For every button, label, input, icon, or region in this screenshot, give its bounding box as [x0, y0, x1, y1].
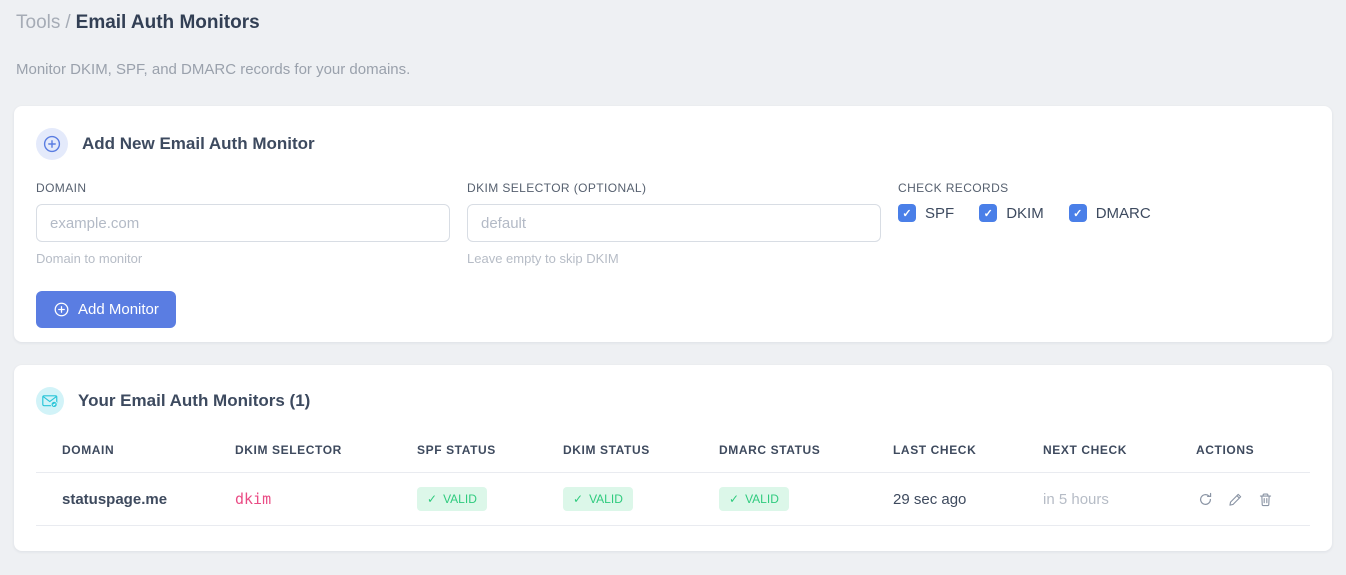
check-icon: ✓ [729, 492, 740, 506]
monitors-card-header: Your Email Auth Monitors (1) [36, 387, 1310, 415]
monitor-last-check: 29 sec ago [893, 472, 1043, 526]
column-header-domain: DOMAIN [36, 426, 235, 473]
column-header-last-check: LAST CHECK [893, 426, 1043, 473]
page-title: Email Auth Monitors [75, 12, 260, 33]
dkim-checkbox[interactable]: ✓ [979, 204, 998, 222]
monitors-table: DOMAIN DKIM SELECTOR SPF STATUS DKIM STA… [36, 426, 1310, 526]
dmarc-status-badge: ✓ VALID [719, 487, 789, 511]
breadcrumb: Tools / Email Auth Monitors [16, 12, 1330, 34]
spf-checkbox-label: SPF [925, 204, 955, 222]
monitors-card-title: Your Email Auth Monitors (1) [78, 391, 311, 410]
add-monitor-card-header: Add New Email Auth Monitor [36, 128, 1310, 160]
checkbox-item-dmarc: ✓ DMARC [1068, 204, 1151, 222]
spf-status-badge: ✓ VALID [417, 487, 487, 511]
refresh-icon [1198, 492, 1213, 507]
column-header-dkim-status: DKIM STATUS [563, 426, 719, 473]
dmarc-status-text: VALID [745, 492, 779, 506]
column-header-dkim-selector: DKIM SELECTOR [235, 426, 417, 473]
table-header-row: DOMAIN DKIM SELECTOR SPF STATUS DKIM STA… [36, 426, 1310, 473]
check-icon: ✓ [427, 492, 438, 506]
page-header: Tools / Email Auth Monitors Monitor DKIM, … [0, 0, 1346, 78]
check-records-label: CHECK RECORDS [898, 181, 1009, 195]
row-actions [1196, 490, 1310, 509]
edit-button[interactable] [1226, 490, 1245, 509]
plus-circle-icon [53, 301, 70, 318]
dkim-status-text: VALID [589, 492, 623, 506]
table-row: statuspage.me dkim ✓ VALID ✓ VALID ✓ VAL… [36, 472, 1310, 526]
add-monitor-form: DOMAIN Domain to monitor DKIM SELECTOR (… [36, 181, 1310, 266]
dkim-selector-field-help: Leave empty to skip DKIM [467, 251, 619, 266]
check-records-options: ✓ SPF ✓ DKIM ✓ DMARC [898, 204, 1310, 222]
monitor-dkim-selector: dkim [235, 472, 417, 526]
page-subtitle: Monitor DKIM, SPF, and DMARC records for… [16, 61, 411, 78]
domain-field-group: DOMAIN Domain to monitor [36, 181, 450, 266]
monitor-domain: statuspage.me [36, 472, 235, 526]
add-monitor-card: Add New Email Auth Monitor DOMAIN Domain… [14, 106, 1332, 342]
check-icon: ✓ [573, 492, 584, 506]
spf-status-text: VALID [443, 492, 477, 506]
monitors-card: Your Email Auth Monitors (1) DOMAIN DKIM… [14, 365, 1332, 551]
trash-icon [1258, 492, 1273, 507]
plus-circle-icon [36, 128, 68, 160]
add-monitor-card-title: Add New Email Auth Monitor [82, 134, 315, 153]
checkbox-item-spf: ✓ SPF [898, 204, 954, 222]
add-monitor-button-label: Add Monitor [78, 301, 159, 318]
dkim-selector-field-group: DKIM SELECTOR (OPTIONAL) Leave empty to … [467, 181, 881, 266]
domain-input[interactable] [36, 204, 450, 242]
dkim-selector-field-label: DKIM SELECTOR (OPTIONAL) [467, 181, 647, 195]
dkim-status-badge: ✓ VALID [563, 487, 633, 511]
column-header-actions: ACTIONS [1196, 426, 1310, 473]
dkim-checkbox-label: DKIM [1006, 204, 1044, 222]
dmarc-checkbox-label: DMARC [1095, 204, 1151, 222]
domain-field-label: DOMAIN [36, 181, 87, 195]
column-header-spf-status: SPF STATUS [417, 426, 563, 473]
breadcrumb-tools[interactable]: Tools [16, 12, 60, 33]
dmarc-checkbox[interactable]: ✓ [1068, 204, 1087, 222]
breadcrumb-separator: / [65, 12, 71, 33]
column-header-next-check: NEXT CHECK [1043, 426, 1196, 473]
refresh-button[interactable] [1196, 490, 1215, 509]
spf-checkbox[interactable]: ✓ [898, 204, 916, 222]
pencil-icon [1228, 492, 1243, 507]
delete-button[interactable] [1256, 490, 1275, 509]
column-header-dmarc-status: DMARC STATUS [719, 426, 893, 473]
add-monitor-button[interactable]: Add Monitor [36, 291, 176, 328]
check-records-group: CHECK RECORDS ✓ SPF ✓ DKIM ✓ DMARC [898, 181, 1310, 222]
monitor-next-check: in 5 hours [1043, 472, 1196, 526]
domain-field-help: Domain to monitor [36, 251, 143, 266]
checkbox-item-dkim: ✓ DKIM [979, 204, 1044, 222]
email-check-icon [36, 387, 64, 415]
dkim-selector-input[interactable] [467, 204, 881, 242]
